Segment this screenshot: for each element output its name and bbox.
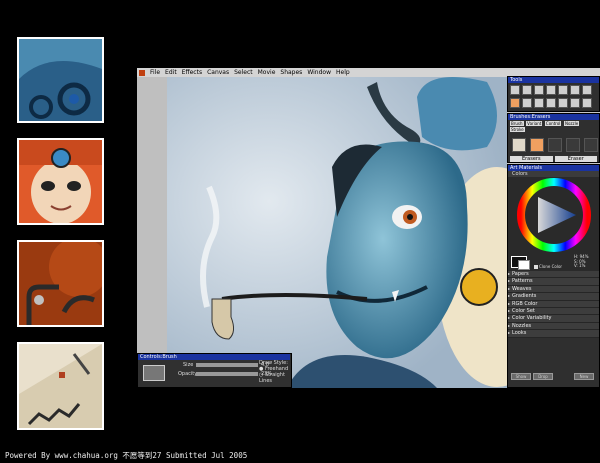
section-gradients[interactable]: Gradients — [508, 293, 599, 301]
materials-list: Papers Patterns Weaves Gradients RGB Col… — [508, 271, 599, 338]
brush-icon[interactable] — [510, 98, 520, 108]
size-slider[interactable] — [196, 363, 258, 367]
draw-style-group: Draw Style: ● Freehand ○ Straight Lines — [259, 360, 299, 384]
shape-icon[interactable] — [570, 98, 580, 108]
painter-window: File Edit Effects Canvas Select Movie Sh… — [137, 68, 600, 388]
chalk-icon[interactable] — [566, 138, 580, 152]
menu-help[interactable]: Help — [336, 69, 350, 76]
tab-nozzle[interactable]: Nozzle — [563, 121, 580, 126]
opacity-label: Opacity — [178, 371, 198, 377]
art-materials-panel: Art Materials Colors Clone Color H: 94% … — [507, 164, 600, 388]
eraser-brush-icon[interactable] — [530, 138, 544, 152]
canvas-gutter — [137, 77, 167, 388]
text-icon[interactable] — [558, 98, 568, 108]
menu-window[interactable]: Window — [307, 69, 331, 76]
pen-icon[interactable] — [582, 85, 592, 95]
magnifier-icon[interactable] — [510, 85, 520, 95]
crop-icon[interactable] — [546, 85, 556, 95]
menu-effects[interactable]: Effects — [182, 69, 202, 76]
eraser-icon[interactable] — [546, 98, 556, 108]
drop-button[interactable]: Drop — [533, 373, 553, 380]
section-nozzles[interactable]: Nozzles — [508, 322, 599, 331]
tab-variant[interactable]: Variant — [526, 121, 543, 126]
section-rgb-color[interactable]: RGB Color — [508, 300, 599, 308]
tab-control[interactable]: Control — [544, 121, 562, 126]
brushes-panel: Brushes:Erasers Brush Variant Control No… — [507, 113, 600, 163]
opacity-slider[interactable] — [196, 372, 258, 376]
app-icon — [139, 69, 145, 76]
thumbnail-2[interactable] — [17, 138, 104, 225]
paint-bucket-icon[interactable] — [534, 98, 544, 108]
footer-credit: Powered By www.chahua.org 不愿等到27 Submitt… — [5, 451, 248, 460]
thumbnail-4[interactable] — [17, 342, 104, 430]
menu-movie[interactable]: Movie — [258, 69, 276, 76]
tools-panel: Tools — [507, 76, 600, 112]
pencil-brush-icon[interactable] — [512, 138, 526, 152]
menu-shapes[interactable]: Shapes — [280, 69, 302, 76]
section-weaves[interactable]: Weaves — [508, 285, 599, 294]
section-looks[interactable]: Looks — [508, 330, 599, 338]
size-label: Size — [183, 362, 194, 368]
straight-lines-label: Straight Lines — [259, 372, 285, 384]
hand-icon[interactable] — [522, 85, 532, 95]
menu-canvas[interactable]: Canvas — [207, 69, 229, 76]
show-button[interactable]: Show — [511, 373, 531, 380]
brush-category-label[interactable]: Erasers — [510, 156, 553, 162]
value-readout: V: 1% — [574, 263, 586, 268]
tab-brush[interactable]: Brush — [510, 121, 524, 126]
thumbnail-1[interactable] — [17, 37, 104, 123]
straight-lines-radio[interactable]: ○ Straight Lines — [259, 372, 299, 384]
menu-select[interactable]: Select — [234, 69, 253, 76]
section-patterns[interactable]: Patterns — [508, 278, 599, 286]
brush-preview — [143, 365, 165, 381]
brush-variant-label[interactable]: Eraser — [554, 156, 597, 162]
tab-stroke[interactable]: Stroke — [510, 127, 525, 132]
secondary-color-swatch[interactable] — [518, 260, 530, 270]
airbrush-icon[interactable] — [548, 138, 562, 152]
menu-edit[interactable]: Edit — [165, 69, 177, 76]
new-button[interactable]: New — [574, 373, 594, 380]
wand-icon[interactable] — [570, 85, 580, 95]
line-icon[interactable] — [582, 98, 592, 108]
menu-file[interactable]: File — [150, 69, 160, 76]
oil-brush-icon[interactable] — [584, 138, 598, 152]
section-color-set[interactable]: Color Set — [508, 307, 599, 316]
section-papers[interactable]: Papers — [508, 271, 599, 279]
clone-color-checkbox[interactable] — [534, 265, 538, 269]
clone-color-label: Clone Color — [539, 264, 563, 269]
lasso-icon[interactable] — [558, 85, 568, 95]
color-wheel[interactable] — [514, 177, 594, 255]
thumbnail-3[interactable] — [17, 240, 104, 327]
section-color-variability[interactable]: Color Variability — [508, 315, 599, 323]
dropper-icon[interactable] — [522, 98, 532, 108]
rotate-icon[interactable] — [534, 85, 544, 95]
drawing-canvas[interactable] — [167, 77, 507, 388]
